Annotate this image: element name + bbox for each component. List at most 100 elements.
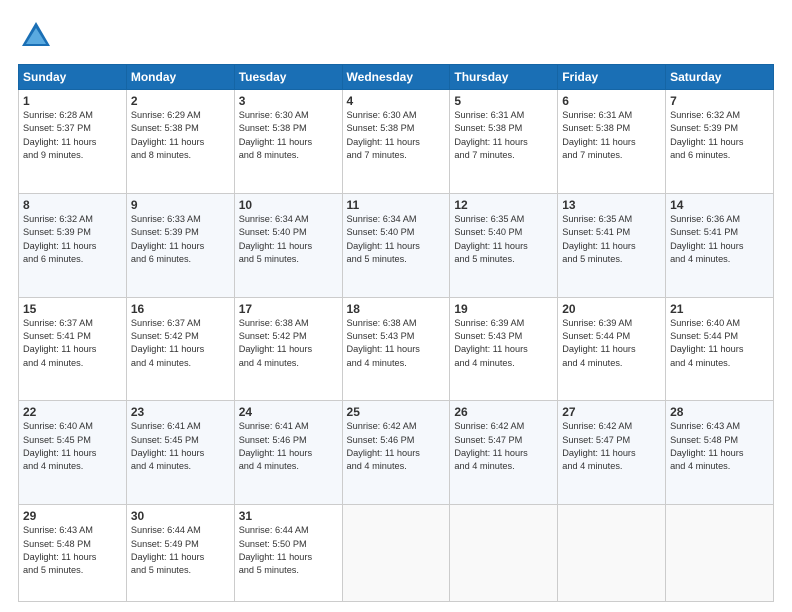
calendar-cell: 27Sunrise: 6:42 AM Sunset: 5:47 PM Dayli… bbox=[558, 401, 666, 505]
calendar-cell: 9Sunrise: 6:33 AM Sunset: 5:39 PM Daylig… bbox=[126, 193, 234, 297]
day-info: Sunrise: 6:32 AM Sunset: 5:39 PM Dayligh… bbox=[670, 109, 769, 162]
day-number: 28 bbox=[670, 405, 769, 419]
weekday-header: Friday bbox=[558, 65, 666, 90]
day-number: 25 bbox=[347, 405, 446, 419]
day-number: 3 bbox=[239, 94, 338, 108]
day-info: Sunrise: 6:38 AM Sunset: 5:42 PM Dayligh… bbox=[239, 317, 338, 370]
day-number: 9 bbox=[131, 198, 230, 212]
day-number: 1 bbox=[23, 94, 122, 108]
weekday-header: Thursday bbox=[450, 65, 558, 90]
calendar-cell: 1Sunrise: 6:28 AM Sunset: 5:37 PM Daylig… bbox=[19, 90, 127, 194]
calendar-cell: 24Sunrise: 6:41 AM Sunset: 5:46 PM Dayli… bbox=[234, 401, 342, 505]
day-info: Sunrise: 6:39 AM Sunset: 5:43 PM Dayligh… bbox=[454, 317, 553, 370]
day-number: 20 bbox=[562, 302, 661, 316]
day-info: Sunrise: 6:37 AM Sunset: 5:41 PM Dayligh… bbox=[23, 317, 122, 370]
calendar-cell: 18Sunrise: 6:38 AM Sunset: 5:43 PM Dayli… bbox=[342, 297, 450, 401]
logo bbox=[18, 18, 58, 54]
calendar-cell: 22Sunrise: 6:40 AM Sunset: 5:45 PM Dayli… bbox=[19, 401, 127, 505]
day-info: Sunrise: 6:43 AM Sunset: 5:48 PM Dayligh… bbox=[670, 420, 769, 473]
calendar-cell: 8Sunrise: 6:32 AM Sunset: 5:39 PM Daylig… bbox=[19, 193, 127, 297]
day-number: 2 bbox=[131, 94, 230, 108]
calendar-cell: 13Sunrise: 6:35 AM Sunset: 5:41 PM Dayli… bbox=[558, 193, 666, 297]
weekday-header: Saturday bbox=[666, 65, 774, 90]
day-number: 26 bbox=[454, 405, 553, 419]
calendar-cell bbox=[450, 505, 558, 602]
day-info: Sunrise: 6:39 AM Sunset: 5:44 PM Dayligh… bbox=[562, 317, 661, 370]
day-number: 8 bbox=[23, 198, 122, 212]
day-info: Sunrise: 6:37 AM Sunset: 5:42 PM Dayligh… bbox=[131, 317, 230, 370]
calendar-cell: 14Sunrise: 6:36 AM Sunset: 5:41 PM Dayli… bbox=[666, 193, 774, 297]
calendar-cell: 26Sunrise: 6:42 AM Sunset: 5:47 PM Dayli… bbox=[450, 401, 558, 505]
day-number: 16 bbox=[131, 302, 230, 316]
day-number: 12 bbox=[454, 198, 553, 212]
day-number: 13 bbox=[562, 198, 661, 212]
logo-icon bbox=[18, 18, 54, 54]
day-number: 10 bbox=[239, 198, 338, 212]
day-info: Sunrise: 6:31 AM Sunset: 5:38 PM Dayligh… bbox=[454, 109, 553, 162]
calendar-cell: 5Sunrise: 6:31 AM Sunset: 5:38 PM Daylig… bbox=[450, 90, 558, 194]
day-number: 7 bbox=[670, 94, 769, 108]
day-number: 29 bbox=[23, 509, 122, 523]
day-info: Sunrise: 6:30 AM Sunset: 5:38 PM Dayligh… bbox=[239, 109, 338, 162]
day-info: Sunrise: 6:35 AM Sunset: 5:40 PM Dayligh… bbox=[454, 213, 553, 266]
calendar-cell: 11Sunrise: 6:34 AM Sunset: 5:40 PM Dayli… bbox=[342, 193, 450, 297]
weekday-header: Wednesday bbox=[342, 65, 450, 90]
day-number: 24 bbox=[239, 405, 338, 419]
day-info: Sunrise: 6:40 AM Sunset: 5:45 PM Dayligh… bbox=[23, 420, 122, 473]
weekday-header: Sunday bbox=[19, 65, 127, 90]
day-number: 31 bbox=[239, 509, 338, 523]
day-info: Sunrise: 6:33 AM Sunset: 5:39 PM Dayligh… bbox=[131, 213, 230, 266]
day-number: 4 bbox=[347, 94, 446, 108]
calendar-cell: 4Sunrise: 6:30 AM Sunset: 5:38 PM Daylig… bbox=[342, 90, 450, 194]
calendar-cell: 25Sunrise: 6:42 AM Sunset: 5:46 PM Dayli… bbox=[342, 401, 450, 505]
day-info: Sunrise: 6:42 AM Sunset: 5:46 PM Dayligh… bbox=[347, 420, 446, 473]
weekday-header: Monday bbox=[126, 65, 234, 90]
day-info: Sunrise: 6:41 AM Sunset: 5:45 PM Dayligh… bbox=[131, 420, 230, 473]
day-info: Sunrise: 6:36 AM Sunset: 5:41 PM Dayligh… bbox=[670, 213, 769, 266]
calendar-cell: 28Sunrise: 6:43 AM Sunset: 5:48 PM Dayli… bbox=[666, 401, 774, 505]
calendar-cell: 23Sunrise: 6:41 AM Sunset: 5:45 PM Dayli… bbox=[126, 401, 234, 505]
day-number: 17 bbox=[239, 302, 338, 316]
calendar-cell bbox=[666, 505, 774, 602]
calendar-cell: 7Sunrise: 6:32 AM Sunset: 5:39 PM Daylig… bbox=[666, 90, 774, 194]
day-info: Sunrise: 6:41 AM Sunset: 5:46 PM Dayligh… bbox=[239, 420, 338, 473]
day-info: Sunrise: 6:43 AM Sunset: 5:48 PM Dayligh… bbox=[23, 524, 122, 577]
day-info: Sunrise: 6:34 AM Sunset: 5:40 PM Dayligh… bbox=[347, 213, 446, 266]
calendar-cell: 21Sunrise: 6:40 AM Sunset: 5:44 PM Dayli… bbox=[666, 297, 774, 401]
day-number: 23 bbox=[131, 405, 230, 419]
calendar-cell: 31Sunrise: 6:44 AM Sunset: 5:50 PM Dayli… bbox=[234, 505, 342, 602]
calendar-cell: 30Sunrise: 6:44 AM Sunset: 5:49 PM Dayli… bbox=[126, 505, 234, 602]
calendar-cell: 15Sunrise: 6:37 AM Sunset: 5:41 PM Dayli… bbox=[19, 297, 127, 401]
day-number: 19 bbox=[454, 302, 553, 316]
calendar-table: SundayMondayTuesdayWednesdayThursdayFrid… bbox=[18, 64, 774, 602]
calendar-cell: 29Sunrise: 6:43 AM Sunset: 5:48 PM Dayli… bbox=[19, 505, 127, 602]
day-info: Sunrise: 6:44 AM Sunset: 5:50 PM Dayligh… bbox=[239, 524, 338, 577]
day-info: Sunrise: 6:35 AM Sunset: 5:41 PM Dayligh… bbox=[562, 213, 661, 266]
day-info: Sunrise: 6:40 AM Sunset: 5:44 PM Dayligh… bbox=[670, 317, 769, 370]
day-number: 11 bbox=[347, 198, 446, 212]
calendar-cell: 12Sunrise: 6:35 AM Sunset: 5:40 PM Dayli… bbox=[450, 193, 558, 297]
calendar-cell: 17Sunrise: 6:38 AM Sunset: 5:42 PM Dayli… bbox=[234, 297, 342, 401]
day-info: Sunrise: 6:30 AM Sunset: 5:38 PM Dayligh… bbox=[347, 109, 446, 162]
day-number: 15 bbox=[23, 302, 122, 316]
calendar-cell: 20Sunrise: 6:39 AM Sunset: 5:44 PM Dayli… bbox=[558, 297, 666, 401]
calendar-cell: 10Sunrise: 6:34 AM Sunset: 5:40 PM Dayli… bbox=[234, 193, 342, 297]
header bbox=[18, 18, 774, 54]
day-info: Sunrise: 6:28 AM Sunset: 5:37 PM Dayligh… bbox=[23, 109, 122, 162]
calendar-cell: 2Sunrise: 6:29 AM Sunset: 5:38 PM Daylig… bbox=[126, 90, 234, 194]
weekday-header: Tuesday bbox=[234, 65, 342, 90]
day-number: 6 bbox=[562, 94, 661, 108]
calendar-cell: 6Sunrise: 6:31 AM Sunset: 5:38 PM Daylig… bbox=[558, 90, 666, 194]
day-info: Sunrise: 6:42 AM Sunset: 5:47 PM Dayligh… bbox=[454, 420, 553, 473]
day-info: Sunrise: 6:34 AM Sunset: 5:40 PM Dayligh… bbox=[239, 213, 338, 266]
day-number: 22 bbox=[23, 405, 122, 419]
day-number: 18 bbox=[347, 302, 446, 316]
day-info: Sunrise: 6:38 AM Sunset: 5:43 PM Dayligh… bbox=[347, 317, 446, 370]
day-info: Sunrise: 6:32 AM Sunset: 5:39 PM Dayligh… bbox=[23, 213, 122, 266]
calendar-cell bbox=[558, 505, 666, 602]
day-number: 27 bbox=[562, 405, 661, 419]
day-number: 14 bbox=[670, 198, 769, 212]
day-info: Sunrise: 6:29 AM Sunset: 5:38 PM Dayligh… bbox=[131, 109, 230, 162]
day-info: Sunrise: 6:31 AM Sunset: 5:38 PM Dayligh… bbox=[562, 109, 661, 162]
day-number: 30 bbox=[131, 509, 230, 523]
